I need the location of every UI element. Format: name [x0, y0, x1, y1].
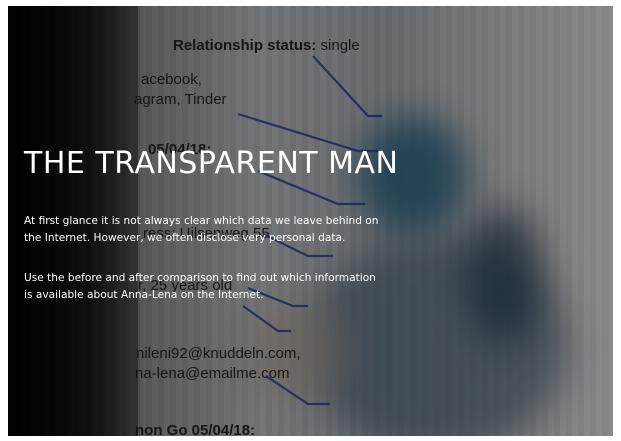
page-title: THE TRANSPARENT MAN	[24, 146, 399, 181]
instruction-paragraph: Use the before and after comparison to f…	[24, 272, 376, 301]
intro-paragraph: At first glance it is not always clear w…	[24, 215, 379, 244]
